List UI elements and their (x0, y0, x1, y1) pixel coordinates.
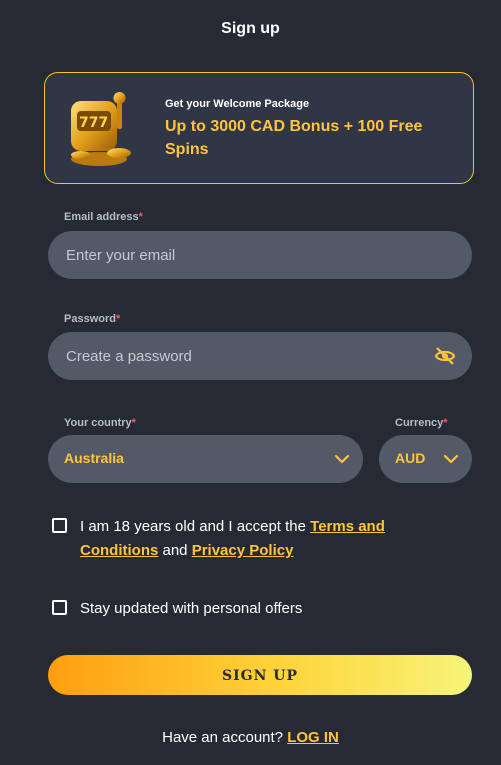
email-input[interactable] (66, 231, 426, 279)
password-input[interactable] (66, 332, 426, 380)
currency-value: AUD (395, 450, 426, 466)
page-title: Sign up (221, 20, 280, 37)
password-label-text: Password (64, 313, 116, 325)
terms-text-middle: and (158, 542, 192, 559)
required-mark: * (138, 211, 143, 223)
terms-checkbox[interactable] (52, 518, 67, 533)
chevron-down-icon (443, 454, 459, 464)
terms-text-before: I am 18 years old and I accept the (80, 518, 311, 535)
email-field (48, 231, 472, 279)
eye-off-icon[interactable] (434, 345, 456, 367)
svg-text:777: 777 (79, 115, 108, 131)
terms-text: I am 18 years old and I accept the Terms… (80, 515, 452, 563)
required-mark: * (443, 417, 448, 429)
required-mark: * (115, 313, 121, 325)
password-label: Password* (64, 313, 120, 325)
promo-subtitle: Get your Welcome Package (165, 98, 310, 110)
slot-machine-icon: 777 (71, 92, 131, 166)
chevron-down-icon (334, 454, 350, 464)
currency-label: Currency* (395, 417, 448, 429)
welcome-package-banner: 777 Get your Welcome Package Up to 3000 … (44, 72, 474, 184)
country-label-text: Your country (64, 417, 132, 429)
currency-label-text: Currency (395, 417, 444, 429)
login-link[interactable]: LOG IN (287, 729, 339, 746)
privacy-link[interactable]: Privacy Policy (192, 542, 294, 559)
email-label: Email address* (64, 211, 143, 223)
country-select[interactable]: Australia (48, 435, 363, 483)
country-label: Your country* (64, 417, 136, 429)
offers-checkbox[interactable] (52, 600, 67, 615)
email-label-text: Email address (64, 211, 139, 223)
sign-up-button[interactable]: SIGN UP (48, 655, 472, 695)
have-account-prompt: Have an account? (162, 729, 288, 746)
currency-select[interactable]: AUD (379, 435, 472, 483)
have-account-text: Have an account? LOG IN (0, 729, 501, 746)
country-value: Australia (64, 450, 124, 466)
password-field (48, 332, 472, 380)
promo-headline: Up to 3000 CAD Bonus + 100 Free Spins (165, 118, 423, 158)
offers-row: Stay updated with personal offers (52, 597, 452, 621)
terms-row: I am 18 years old and I accept the Terms… (52, 515, 452, 565)
offers-text: Stay updated with personal offers (80, 600, 303, 617)
required-mark: * (131, 417, 136, 429)
